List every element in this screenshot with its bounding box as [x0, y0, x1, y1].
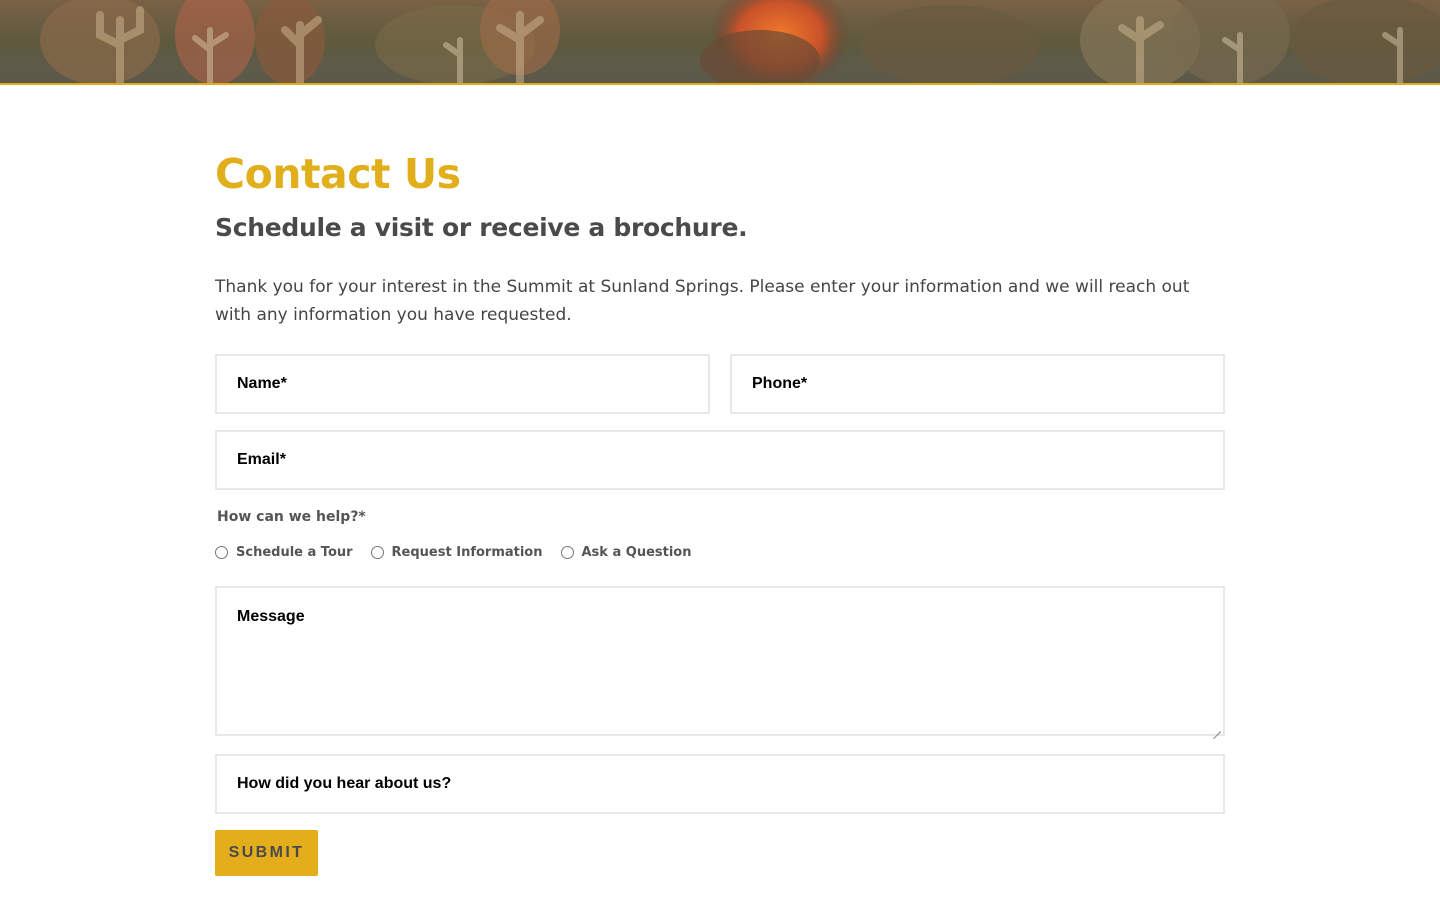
radio-label: Request Information — [391, 545, 543, 560]
radio-button[interactable] — [370, 546, 384, 559]
radio-ask-question[interactable]: Ask a Question — [560, 545, 692, 560]
email-field[interactable]: Email* — [215, 430, 1225, 490]
help-question-label: How can we help?* — [217, 509, 366, 525]
hero-divider — [0, 83, 1440, 85]
radio-label: Schedule a Tour — [236, 545, 353, 560]
referral-field[interactable]: How did you hear about us? — [215, 754, 1225, 814]
page-subtitle: Schedule a visit or receive a brochure. — [215, 213, 748, 242]
message-textarea[interactable]: Message — [215, 586, 1225, 736]
page-title: Contact Us — [215, 150, 461, 198]
message-placeholder: Message — [237, 608, 305, 625]
desert-cactus-banner-image — [0, 0, 1440, 83]
help-options: Schedule a Tour Request Information Ask … — [215, 545, 710, 560]
radio-button[interactable] — [560, 546, 574, 559]
radio-request-information[interactable]: Request Information — [370, 545, 543, 560]
submit-button[interactable]: SUBMIT — [215, 830, 318, 876]
referral-placeholder: How did you hear about us? — [237, 775, 452, 792]
phone-placeholder: Phone* — [752, 375, 808, 392]
email-placeholder: Email* — [237, 451, 286, 468]
hero-banner — [0, 0, 1440, 83]
phone-field[interactable]: Phone* — [730, 354, 1225, 414]
name-placeholder: Name* — [237, 375, 287, 392]
radio-button[interactable] — [215, 546, 228, 559]
radio-label: Ask a Question — [581, 545, 692, 560]
name-field[interactable]: Name* — [215, 354, 710, 414]
intro-text: Thank you for your interest in the Summi… — [215, 277, 1190, 325]
radio-schedule-tour[interactable]: Schedule a Tour — [215, 545, 353, 560]
resize-handle-icon[interactable] — [1213, 724, 1221, 732]
